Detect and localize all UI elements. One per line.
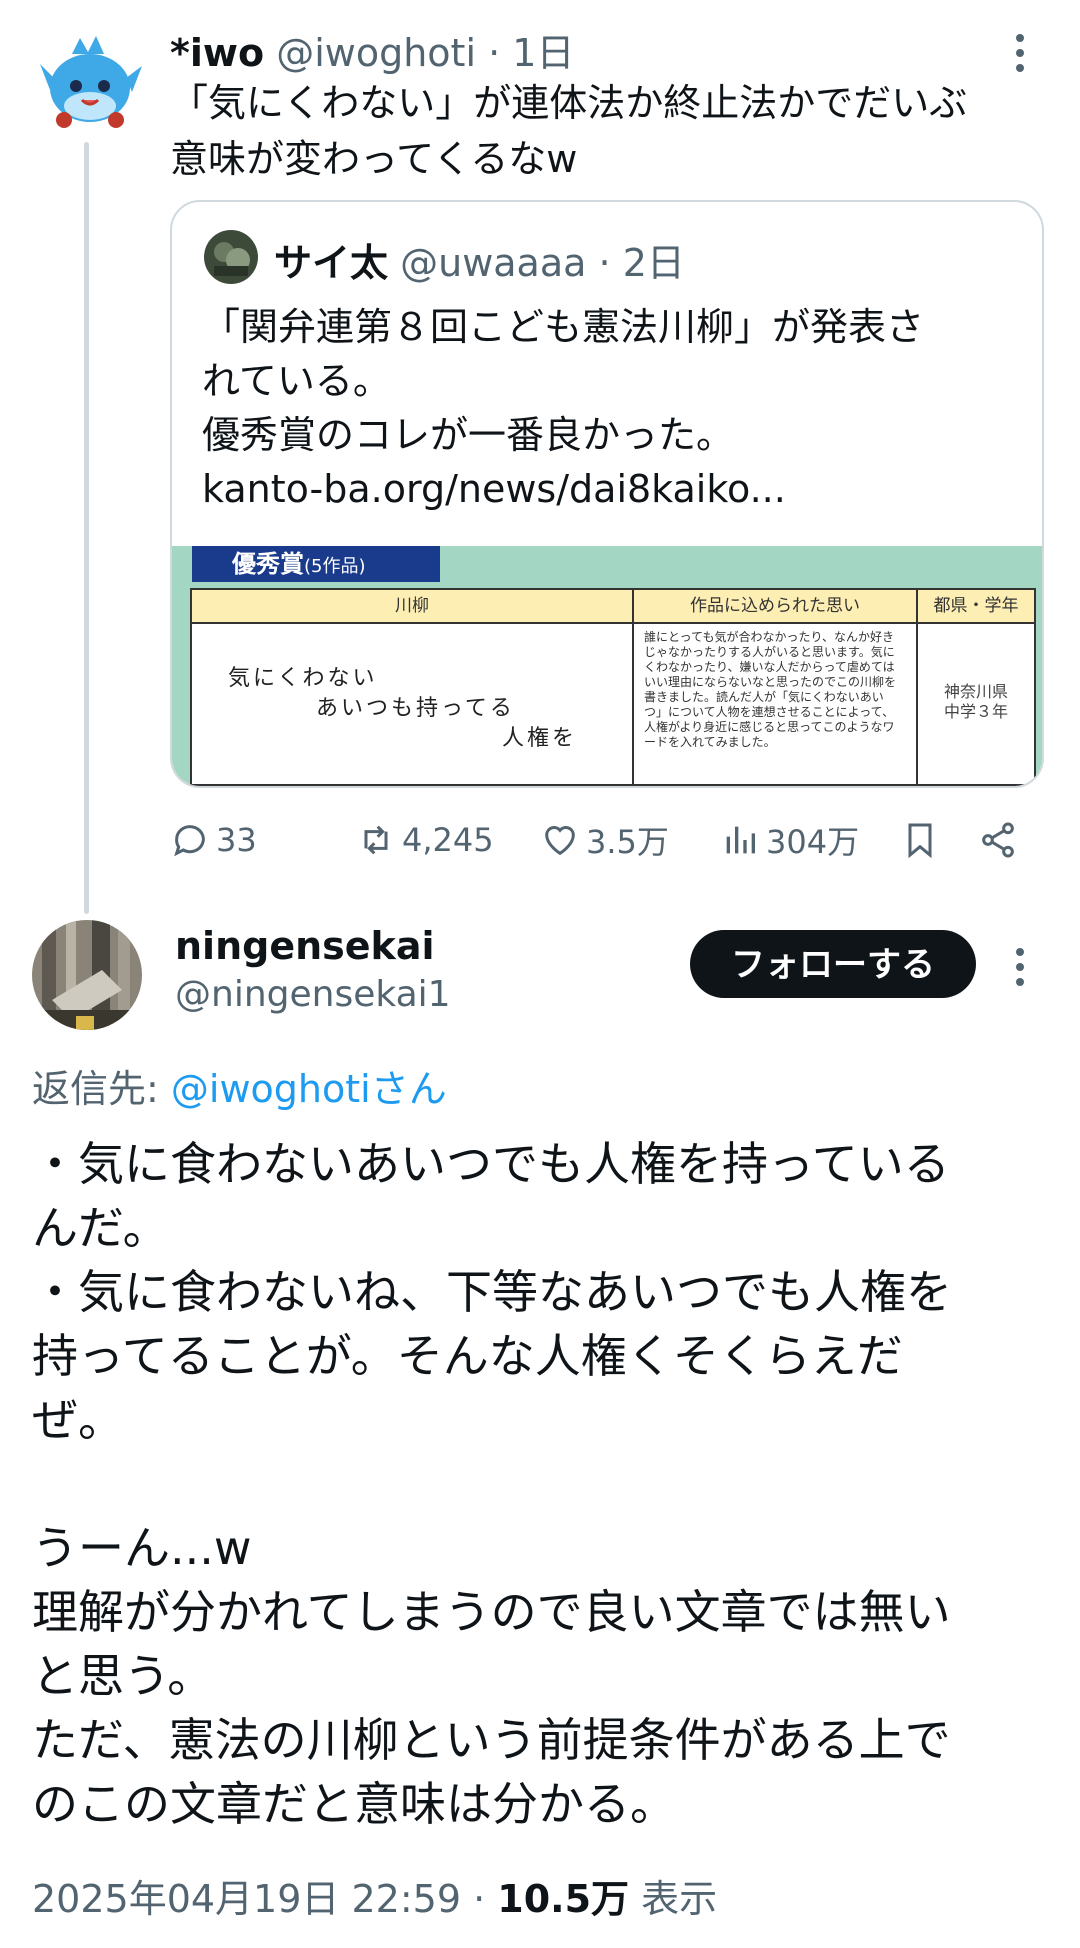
- prefecture-cell: 神奈川県 中学３年: [918, 624, 1034, 784]
- tweet-view-count: 10.5万: [497, 1877, 630, 1921]
- share-button[interactable]: [978, 815, 1018, 865]
- thought-cell: 誰にとっても気が合わなかったり、なんか好きじゃなかったりする人がいると思います。…: [634, 624, 918, 784]
- award-title: 優秀賞: [232, 550, 304, 578]
- award-subtitle: (5作品): [304, 556, 366, 577]
- poem-line: 人権を: [502, 726, 578, 751]
- tweet-datetime[interactable]: 2025年04月19日 22:59: [32, 1877, 461, 1921]
- tweet-action-bar: 33 4,245 3.5万 304万: [170, 815, 1030, 865]
- thread-connector-line: [84, 142, 89, 914]
- reply-icon: [174, 825, 205, 857]
- avatar-ningensekai[interactable]: [32, 920, 142, 1030]
- bookmark-button[interactable]: [900, 815, 940, 865]
- more-options-icon[interactable]: [1016, 34, 1024, 79]
- grade-name: 中学３年: [943, 702, 1008, 721]
- quoted-display-name: サイ太: [274, 241, 389, 285]
- quoted-text-line: 「関弁連第８回こども憲法川柳」が発表さ: [202, 305, 925, 349]
- separator-dot: ·: [488, 31, 501, 75]
- award-table: 川柳 作品に込められた思い 都県・学年 気にくわない あいつも持ってる 人権を …: [190, 588, 1036, 786]
- reply-button[interactable]: 33: [170, 815, 257, 865]
- more-options-icon[interactable]: [1016, 948, 1024, 993]
- quoted-text-line: れている。: [202, 359, 391, 403]
- poem-line: あいつも持ってる: [316, 696, 515, 721]
- quoted-avatar: [204, 230, 258, 284]
- column-header-poem: 川柳: [192, 590, 634, 624]
- reply-mention-link[interactable]: @iwoghotiさん: [171, 1067, 447, 1111]
- bookmark-icon: [908, 823, 932, 859]
- display-name[interactable]: *iwo: [170, 31, 264, 75]
- reply-count: 33: [216, 821, 257, 859]
- like-button[interactable]: 3.5万: [540, 815, 669, 865]
- tweet-text-line: 「気にくわない」が連体法か終止法かでだいぶ: [170, 81, 968, 125]
- column-header-prefecture: 都県・学年: [918, 590, 1034, 624]
- poem-cell: 気にくわない あいつも持ってる 人権を: [192, 624, 634, 784]
- view-count: 304万: [766, 823, 860, 861]
- reply-to-line: 返信先: @iwoghotiさん: [32, 1058, 447, 1113]
- timestamp[interactable]: 1日: [512, 31, 574, 75]
- display-name[interactable]: ningensekai: [175, 924, 435, 968]
- tweet-text-line: 意味が変わってくるなw: [170, 137, 578, 181]
- retweet-button[interactable]: 4,245: [356, 815, 494, 865]
- quoted-image[interactable]: 優秀賞(5作品) 川柳 作品に込められた思い 都県・学年 気にくわない あいつも…: [172, 546, 1042, 786]
- quoted-handle: @uwaaaa: [400, 241, 587, 285]
- retweet-icon: [364, 825, 388, 855]
- thought-text: 誰にとっても気が合わなかったり、なんか好きじゃなかったりする人がいると思います。…: [644, 630, 897, 749]
- tweet-body: ・気に食わないあいつでも人権を持っている んだ。 ・気に食わないね、下等なあいつ…: [32, 1137, 952, 1831]
- tweet-header: *iwo @iwoghoti · 1日: [170, 22, 574, 77]
- tweet-meta: 2025年04月19日 22:59 · 10.5万 表示: [32, 1868, 717, 1923]
- column-header-thought: 作品に込められた思い: [634, 590, 918, 624]
- like-count: 3.5万: [586, 823, 669, 861]
- heart-icon: [545, 826, 575, 856]
- poem-line: 気にくわない: [228, 666, 378, 691]
- separator-dot: ·: [473, 1877, 486, 1921]
- quoted-header: サイ太 @uwaaaa · 2日: [274, 232, 685, 287]
- handle[interactable]: @ningensekai1: [175, 974, 451, 1015]
- retweet-count: 4,245: [402, 821, 494, 859]
- quoted-timestamp: 2日: [622, 241, 685, 285]
- prefecture-name: 神奈川県: [943, 682, 1008, 701]
- follow-button[interactable]: フォローする: [690, 930, 976, 998]
- prefecture-text: 神奈川県 中学３年: [918, 682, 1034, 722]
- handle[interactable]: @iwoghoti: [276, 31, 476, 75]
- quoted-tweet-card[interactable]: サイ太 @uwaaaa · 2日 「関弁連第８回こども憲法川柳」が発表さ れてい…: [170, 200, 1044, 788]
- avatar-iwo[interactable]: [36, 28, 144, 136]
- quoted-text-line: 優秀賞のコレが一番良かった。: [202, 413, 735, 457]
- reply-to-label: 返信先:: [32, 1067, 171, 1111]
- quoted-text: 「関弁連第８回こども憲法川柳」が発表さ れている。 優秀賞のコレが一番良かった。…: [202, 300, 1022, 516]
- analytics-icon: [726, 826, 755, 854]
- award-banner: 優秀賞(5作品): [192, 546, 440, 582]
- separator-dot: ·: [598, 241, 611, 285]
- share-icon: [982, 822, 1014, 858]
- views-button[interactable]: 304万: [720, 815, 859, 865]
- quoted-link[interactable]: kanto-ba.org/news/dai8kaiko...: [202, 462, 1022, 516]
- tweet-text: 「気にくわない」が連体法か終止法かでだいぶ 意味が変わってくるなw: [170, 75, 1040, 187]
- view-label: 表示: [641, 1877, 718, 1921]
